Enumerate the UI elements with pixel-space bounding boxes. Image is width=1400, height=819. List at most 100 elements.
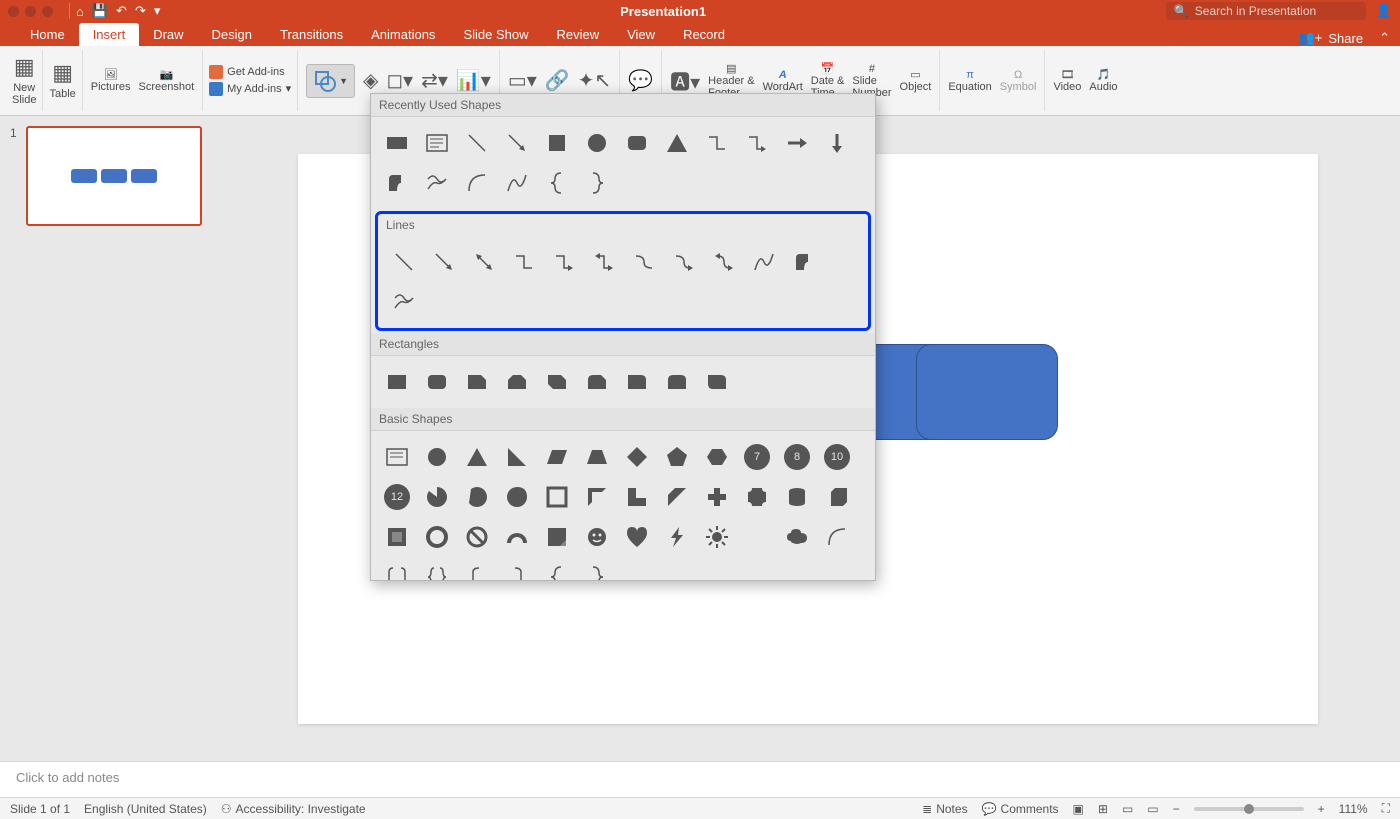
slide-indicator[interactable]: Slide 1 of 1 <box>10 802 70 816</box>
shape-pentagon[interactable] <box>657 437 697 477</box>
shape-rect[interactable] <box>377 362 417 402</box>
shape-elbow-arrow[interactable] <box>544 242 584 282</box>
shape-line[interactable] <box>384 242 424 282</box>
shape-right-brace[interactable] <box>577 557 617 580</box>
screenshot-button[interactable]: 📷 Screenshot <box>139 68 195 93</box>
shapes-dropdown-button[interactable]: ▼ <box>306 64 355 98</box>
shape-half-frame[interactable] <box>577 477 617 517</box>
slide-sorter-icon[interactable]: ⊞ <box>1098 802 1108 816</box>
shape-freeform[interactable] <box>377 163 417 203</box>
shape-rounded-rect[interactable] <box>617 123 657 163</box>
shape-dodecagon[interactable]: 12 <box>377 477 417 517</box>
shape-arc-2[interactable] <box>817 517 857 557</box>
shape-smiley[interactable] <box>577 517 617 557</box>
tab-draw[interactable]: Draw <box>139 23 197 46</box>
rounded-rectangle-shape[interactable] <box>916 344 1058 440</box>
shape-snip-single[interactable] <box>457 362 497 402</box>
my-addins-button[interactable]: My Add-ins▾ <box>209 82 291 96</box>
shape-cloud[interactable] <box>777 517 817 557</box>
tab-transitions[interactable]: Transitions <box>266 23 357 46</box>
shape-block-arc[interactable] <box>497 517 537 557</box>
shape-chord[interactable] <box>457 477 497 517</box>
text-box-button[interactable]: 🅰▾ <box>670 66 700 95</box>
shape-right-bracket[interactable] <box>497 557 537 580</box>
video-button[interactable]: 🎞Video <box>1053 68 1081 93</box>
shape-arrow[interactable] <box>777 123 817 163</box>
comment-button[interactable]: 💬 <box>628 68 653 93</box>
shape-octagon[interactable]: 8 <box>777 437 817 477</box>
smartart-button[interactable]: ⇄▾ <box>421 68 448 93</box>
shape-round-same[interactable] <box>657 362 697 402</box>
shape-left-brace[interactable] <box>537 557 577 580</box>
reading-view-icon[interactable]: ▭ <box>1122 802 1133 816</box>
shape-right-brace[interactable] <box>577 163 617 203</box>
zoom-out-icon[interactable]: − <box>1173 802 1180 816</box>
shape-curve[interactable] <box>497 163 537 203</box>
fit-to-window-icon[interactable]: ⛶ <box>1382 801 1390 816</box>
link-button[interactable]: 🔗 <box>545 68 570 93</box>
accessibility-checker[interactable]: ⚇Accessibility: Investigate <box>221 802 366 816</box>
shape-text-box[interactable] <box>377 437 417 477</box>
shape-triangle[interactable] <box>657 123 697 163</box>
language-indicator[interactable]: English (United States) <box>84 802 207 816</box>
shape-plus[interactable] <box>697 477 737 517</box>
shape-double-arrow[interactable] <box>464 242 504 282</box>
equation-button[interactable]: πEquation <box>948 69 991 93</box>
tab-design[interactable]: Design <box>198 23 266 46</box>
shape-can[interactable] <box>777 477 817 517</box>
shape-teardrop[interactable] <box>497 477 537 517</box>
icons-button[interactable]: ◈ <box>363 68 378 93</box>
zoom-slider[interactable] <box>1194 807 1304 811</box>
notes-pane[interactable]: Click to add notes <box>0 761 1400 797</box>
shape-pie[interactable] <box>417 477 457 517</box>
pictures-button[interactable]: 🖼 Pictures <box>91 68 131 93</box>
shape-l-shape[interactable] <box>617 477 657 517</box>
shape-donut[interactable] <box>417 517 457 557</box>
undo-icon[interactable]: ↶ <box>116 3 127 19</box>
user-account-icon[interactable]: 👤 <box>1376 3 1392 19</box>
shape-heart[interactable] <box>617 517 657 557</box>
tab-insert[interactable]: Insert <box>79 23 140 46</box>
close-window-icon[interactable] <box>8 6 19 17</box>
save-icon[interactable]: 💾 <box>92 3 108 19</box>
normal-view-icon[interactable]: ▣ <box>1073 802 1084 816</box>
shape-frame[interactable] <box>537 477 577 517</box>
shape-scribble[interactable] <box>417 163 457 203</box>
zoom-in-icon[interactable]: + <box>1318 802 1325 816</box>
search-in-presentation[interactable]: 🔍 Search in Presentation <box>1166 2 1366 20</box>
shape-scribble-tool[interactable] <box>384 282 424 322</box>
tab-animations[interactable]: Animations <box>357 23 449 46</box>
shape-freeform-tool[interactable] <box>784 242 824 282</box>
shape-curved-connector[interactable] <box>624 242 664 282</box>
collapse-ribbon-icon[interactable]: ⌃ <box>1379 30 1390 46</box>
shape-snip-round[interactable] <box>577 362 617 402</box>
comments-toggle[interactable]: 💬Comments <box>982 802 1059 816</box>
redo-icon[interactable]: ↷ <box>135 3 146 19</box>
shape-right-triangle[interactable] <box>497 437 537 477</box>
shape-curve-tool[interactable] <box>744 242 784 282</box>
minimize-window-icon[interactable] <box>25 6 36 17</box>
shape-left-brace[interactable] <box>537 163 577 203</box>
tab-slideshow[interactable]: Slide Show <box>449 23 542 46</box>
shape-folded-corner[interactable] <box>537 517 577 557</box>
shape-plaque[interactable] <box>737 477 777 517</box>
shape-decagon[interactable]: 10 <box>817 437 857 477</box>
shape-round-single[interactable] <box>617 362 657 402</box>
shape-parallelogram[interactable] <box>537 437 577 477</box>
shape-round-diag[interactable] <box>697 362 737 402</box>
3d-models-button[interactable]: ◻▾ <box>386 68 413 93</box>
shape-arc[interactable] <box>457 163 497 203</box>
shape-down-arrow[interactable] <box>817 123 857 163</box>
shape-elbow-arrow[interactable] <box>737 123 777 163</box>
symbol-button[interactable]: ΩSymbol <box>1000 69 1037 93</box>
shape-curved-arrow[interactable] <box>664 242 704 282</box>
shape-diamond[interactable] <box>617 437 657 477</box>
zoom-percent[interactable]: 111% <box>1339 802 1368 816</box>
shape-moon[interactable] <box>737 517 777 557</box>
zoom-button[interactable]: ▭▾ <box>508 68 537 93</box>
notes-toggle[interactable]: ≣Notes <box>922 802 967 816</box>
zoom-slider-knob[interactable] <box>1244 804 1254 814</box>
shape-lightning[interactable] <box>657 517 697 557</box>
home-icon[interactable]: ⌂ <box>76 4 84 19</box>
wordart-button[interactable]: AWordArt <box>763 69 803 93</box>
